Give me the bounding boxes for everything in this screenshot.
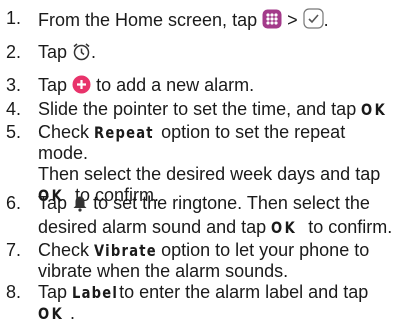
clock-app-icon bbox=[303, 8, 324, 34]
bell-icon bbox=[72, 195, 88, 217]
alarm-clock-icon bbox=[72, 42, 91, 66]
label-keyword: Label bbox=[72, 283, 119, 302]
add-alarm-icon bbox=[72, 75, 91, 99]
ok-keyword: OK bbox=[361, 100, 388, 119]
step-text: Tap bbox=[38, 42, 68, 62]
step-number: 1. bbox=[6, 8, 22, 28]
step-number: 2. bbox=[6, 42, 22, 62]
step-number: 8. bbox=[6, 282, 22, 302]
apps-icon bbox=[262, 9, 282, 34]
step-text: Tap bbox=[38, 75, 68, 95]
step-number: 3. bbox=[6, 75, 22, 95]
repeat-keyword: Repeat bbox=[94, 123, 154, 142]
separator: > bbox=[287, 10, 298, 30]
step-number: 6. bbox=[6, 193, 22, 213]
step-number: 4. bbox=[6, 99, 22, 119]
step-number: 7. bbox=[6, 240, 22, 260]
ok-keyword: OK bbox=[271, 218, 298, 237]
step-text: From the Home screen, tap bbox=[38, 10, 258, 30]
step-number: 5. bbox=[6, 122, 22, 142]
ok-keyword: OK bbox=[38, 304, 65, 323]
vibrate-keyword: Vibrate bbox=[94, 241, 157, 260]
